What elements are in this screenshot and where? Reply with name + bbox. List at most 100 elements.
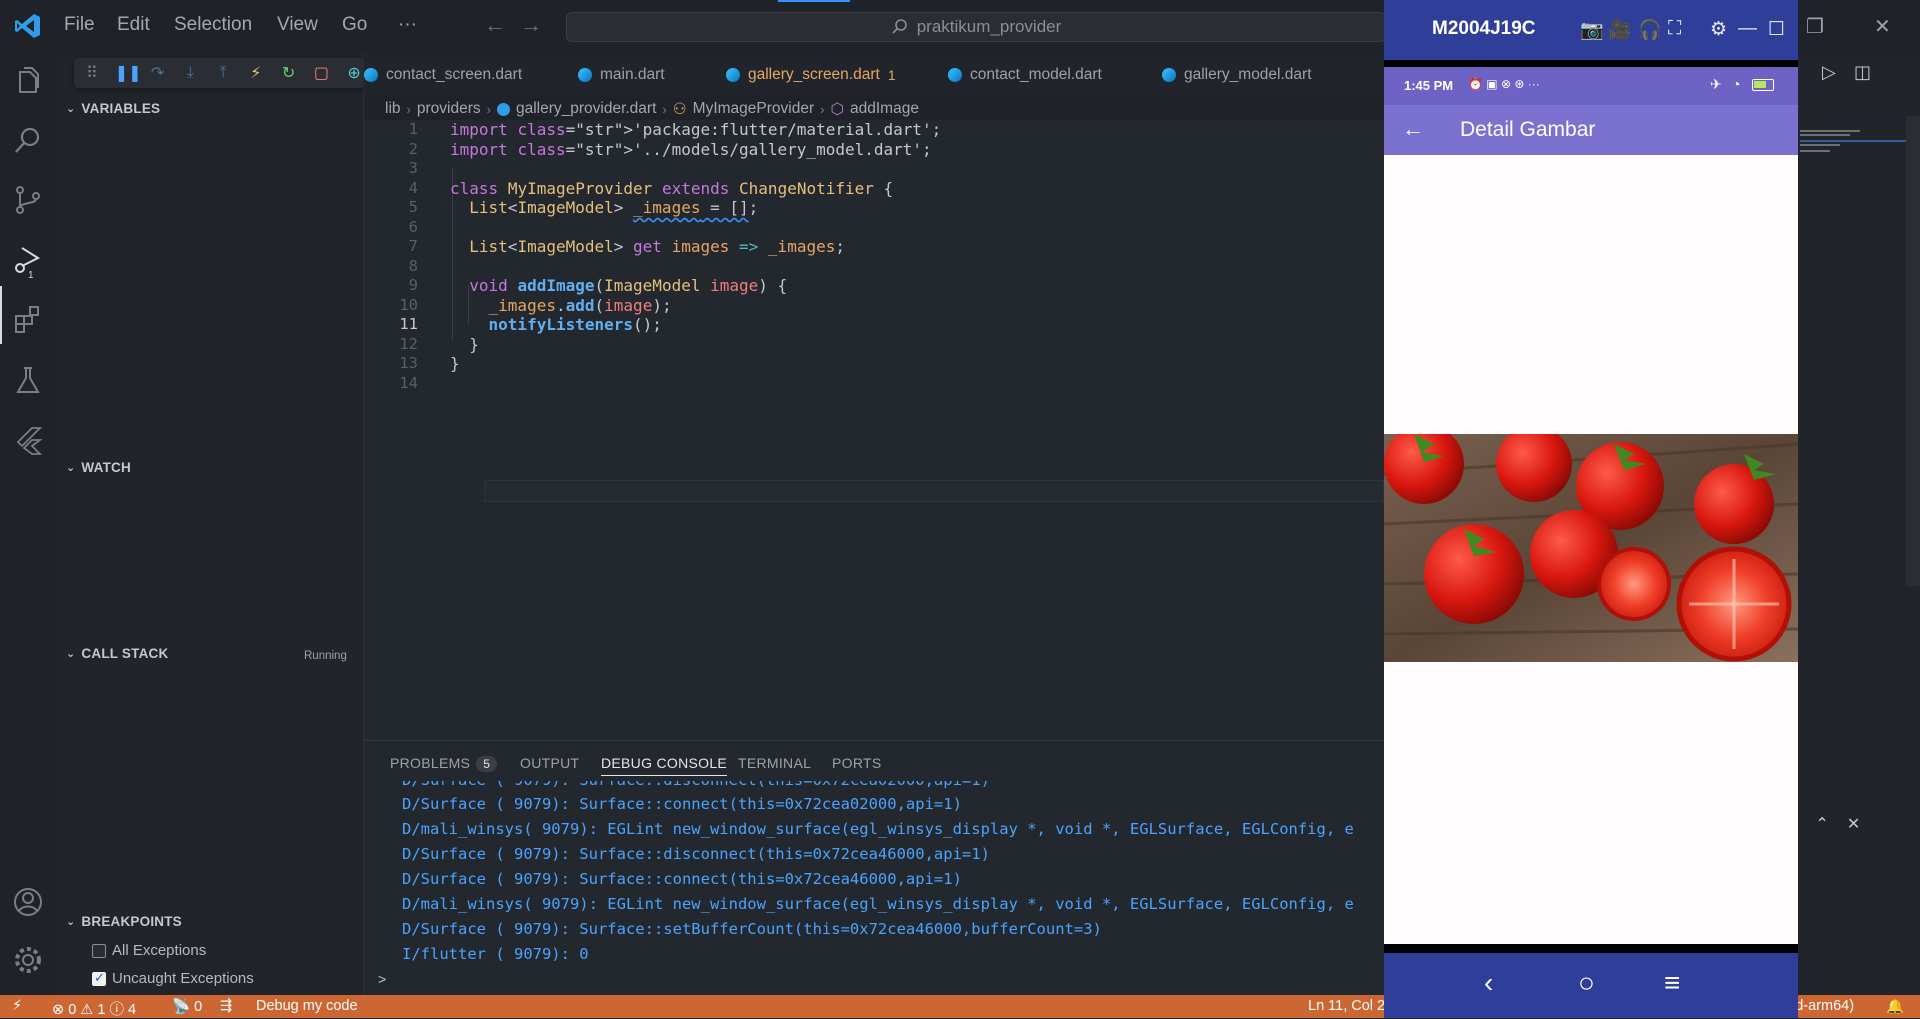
- error-icon: ⊗: [52, 1002, 65, 1018]
- breadcrumb-providers[interactable]: providers: [417, 100, 481, 118]
- console-line: D/Surface ( 9079): Surface::disconnect(t…: [402, 845, 990, 863]
- breadcrumb-class[interactable]: MyImageProvider: [693, 100, 814, 118]
- callstack-section-header[interactable]: ⌄ CALL STACK: [66, 646, 168, 661]
- console-line: D/Surface ( 9079): Surface::connect(this…: [402, 870, 962, 888]
- vscode-logo-icon[interactable]: [14, 12, 42, 40]
- debug-launch-icon[interactable]: ⇶: [220, 998, 232, 1014]
- panel-tab-terminal[interactable]: TERMINAL: [738, 755, 811, 771]
- panel-tab-problems[interactable]: PROBLEMS 5: [390, 755, 498, 772]
- flutter-icon[interactable]: [12, 424, 44, 456]
- tab-contact-screen[interactable]: contact_screen.dart: [364, 54, 522, 96]
- debug-config-label[interactable]: Debug my code: [256, 998, 358, 1014]
- breakpoints-title: BREAKPOINTS: [81, 914, 182, 929]
- tomato-photo-illustration: [1384, 434, 1798, 662]
- maximize-icon[interactable]: ☐: [1768, 18, 1785, 41]
- menu-view[interactable]: View: [277, 14, 318, 36]
- variables-title: VARIABLES: [81, 101, 161, 116]
- inspect-icon[interactable]: ⊕: [344, 63, 364, 83]
- search-view-icon[interactable]: [12, 125, 44, 157]
- restore-window-icon[interactable]: ❐: [1806, 14, 1824, 39]
- panel-tab-debug-console[interactable]: DEBUG CONSOLE: [601, 755, 728, 776]
- close-window-icon[interactable]: ✕: [1874, 14, 1891, 39]
- headphones-icon[interactable]: 🎧: [1638, 18, 1662, 42]
- panel-tab-output[interactable]: OUTPUT: [520, 755, 579, 771]
- step-over-icon[interactable]: ↷: [148, 63, 168, 83]
- console-line: D/Surface ( 9079): Surface::disconnect(t…: [402, 781, 990, 789]
- maximize-panel-icon[interactable]: ⌃: [1815, 814, 1828, 834]
- minimap[interactable]: [1798, 130, 1910, 190]
- watch-section-header[interactable]: ⌄ WATCH: [66, 460, 131, 475]
- back-arrow-icon[interactable]: ←: [1402, 116, 1424, 142]
- step-into-icon[interactable]: ⤓: [181, 64, 201, 82]
- menu-file[interactable]: File: [64, 14, 95, 36]
- testing-icon[interactable]: [12, 364, 44, 396]
- remote-icon[interactable]: ⚡: [12, 998, 22, 1014]
- video-icon[interactable]: 🎥: [1608, 18, 1632, 42]
- nav-back-icon[interactable]: ‹: [1484, 967, 1493, 999]
- tab-label: main.dart: [600, 66, 665, 83]
- activity-active-indicator: [0, 286, 2, 344]
- tab-contact-model[interactable]: contact_model.dart: [948, 54, 1102, 96]
- camera-icon[interactable]: 📷: [1580, 18, 1604, 42]
- step-out-icon[interactable]: ⤒: [213, 64, 233, 82]
- menu-edit[interactable]: Edit: [117, 14, 150, 36]
- accounts-icon[interactable]: [12, 886, 44, 918]
- stop-icon[interactable]: ▢: [312, 63, 332, 83]
- breakpoint-uncaught-exceptions[interactable]: Uncaught Exceptions: [92, 970, 254, 987]
- ports-status[interactable]: 📡 0: [172, 998, 202, 1015]
- menu-go[interactable]: Go: [342, 14, 367, 36]
- run-icon[interactable]: ▷: [1822, 62, 1836, 83]
- command-center-search[interactable]: praktikum_provider: [566, 12, 1386, 42]
- hot-reload-icon[interactable]: ⚡: [246, 63, 266, 83]
- pause-icon[interactable]: ❚❚: [115, 63, 142, 83]
- fullscreen-icon[interactable]: ⛶: [1668, 18, 1681, 40]
- source-control-icon[interactable]: [12, 184, 44, 216]
- app-bar: ← Detail Gambar: [1384, 105, 1798, 155]
- tab-gallery-screen[interactable]: gallery_screen.dart 1: [726, 54, 896, 96]
- close-panel-icon[interactable]: ✕: [1847, 814, 1860, 834]
- tab-main[interactable]: main.dart: [578, 54, 665, 96]
- checkbox-checked[interactable]: [92, 970, 106, 986]
- breakpoint-all-exceptions[interactable]: All Exceptions: [92, 942, 206, 959]
- line-number: 9: [408, 276, 418, 294]
- tab-gallery-model[interactable]: gallery_model.dart: [1162, 54, 1312, 96]
- editor-right-zone: ▷ ◫ ≣ ⌃ ✕: [1784, 54, 1920, 995]
- nav-home-icon[interactable]: ○: [1578, 967, 1595, 999]
- device-selector[interactable]: id-arm64): [1792, 998, 1854, 1014]
- drag-handle-icon[interactable]: ⠿: [82, 63, 102, 83]
- code-editor[interactable]: 1 2 3 4 5 6 7 8 9 10 11 12 13 14 import …: [364, 120, 1384, 740]
- extensions-icon[interactable]: [12, 304, 44, 336]
- class-symbol-icon: ⚇: [672, 100, 687, 118]
- nav-back-icon[interactable]: ←: [484, 12, 506, 38]
- line-number: 4: [408, 179, 418, 197]
- editor-scrollbar[interactable]: [1906, 116, 1920, 586]
- breadcrumb-lib[interactable]: lib: [385, 100, 401, 118]
- explorer-icon[interactable]: [12, 66, 44, 98]
- menu-selection[interactable]: Selection: [174, 14, 252, 36]
- console-input-prompt[interactable]: >: [378, 971, 386, 987]
- cursor-position[interactable]: Ln 11, Col 2: [1308, 998, 1385, 1014]
- split-editor-icon[interactable]: ◫: [1854, 62, 1871, 83]
- variables-section-header[interactable]: ⌄ VARIABLES: [66, 101, 160, 116]
- breadcrumb-method[interactable]: addImage: [850, 100, 919, 118]
- settings-gear-icon[interactable]: [12, 944, 44, 976]
- chevron-right-icon: ›: [662, 101, 667, 117]
- problems-status[interactable]: ⊗ 0 ⚠ 1 ⓘ 4: [52, 998, 136, 1019]
- dart-file-icon: [364, 68, 378, 82]
- panel-tab-ports[interactable]: PORTS: [832, 755, 881, 771]
- menu-more[interactable]: ···: [398, 14, 417, 36]
- problem-count-badge: 1: [887, 67, 896, 83]
- debug-toolbar: ⠿ ❚❚ ↷ ⤓ ⤒ ⚡ ↻ ▢ ⊕: [74, 58, 364, 88]
- debug-console-output[interactable]: D/Surface ( 9079): Surface::disconnect(t…: [364, 781, 1384, 971]
- nav-recents-icon[interactable]: ≡: [1664, 967, 1680, 999]
- nav-forward-icon[interactable]: →: [520, 12, 542, 38]
- settings-gear-icon[interactable]: ⚙: [1710, 18, 1727, 41]
- code-line: void addImage(ImageModel image) {: [469, 276, 788, 295]
- breadcrumb-file[interactable]: gallery_provider.dart: [516, 100, 656, 118]
- minimize-icon[interactable]: —: [1738, 18, 1757, 40]
- phone-screen[interactable]: 1:45 PM ⏰ ▣ ⊗ ⊛ ··· ✈ ◔ ← Detail Gambar: [1384, 67, 1798, 944]
- breakpoints-section-header[interactable]: ⌄ BREAKPOINTS: [66, 914, 182, 929]
- checkbox[interactable]: [92, 943, 106, 958]
- restart-icon[interactable]: ↻: [279, 63, 299, 83]
- notifications-bell-icon[interactable]: 🔔: [1886, 998, 1904, 1015]
